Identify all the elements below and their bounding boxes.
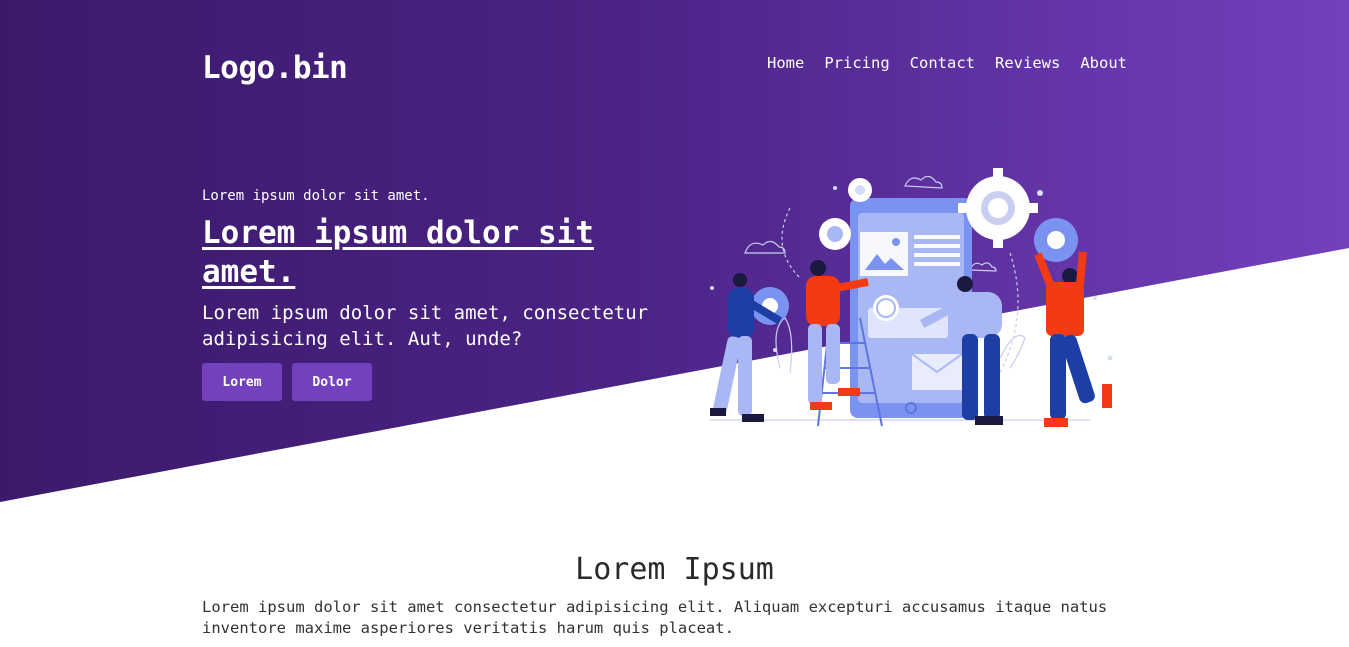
nav-links: Home Pricing Contact Reviews About xyxy=(767,54,1127,72)
nav-link-contact[interactable]: Contact xyxy=(910,54,975,72)
hero-text: Lorem ipsum dolor sit amet. Lorem ipsum … xyxy=(202,188,682,401)
hero-eyebrow: Lorem ipsum dolor sit amet. xyxy=(202,188,430,204)
nav-link-pricing[interactable]: Pricing xyxy=(824,54,889,72)
team-gears-illustration-icon xyxy=(710,168,1113,427)
section-body: Lorem ipsum dolor sit amet consectetur a… xyxy=(202,598,1108,637)
logo[interactable]: Logo.bin xyxy=(202,50,348,86)
lorem-button[interactable]: Lorem xyxy=(202,363,282,401)
nav-link-reviews[interactable]: Reviews xyxy=(995,54,1060,72)
dolor-button[interactable]: Dolor xyxy=(292,363,372,401)
hero-subtitle: Lorem ipsum dolor sit amet, consectetur … xyxy=(202,302,649,350)
nav-link-home[interactable]: Home xyxy=(767,54,804,72)
section-title: Lorem Ipsum xyxy=(575,552,774,587)
content-section: Lorem Ipsum Lorem ipsum dolor sit amet c… xyxy=(202,552,1147,639)
nav-link-about[interactable]: About xyxy=(1080,54,1127,72)
hero-buttons: Lorem Dolor xyxy=(202,363,682,401)
hero-title[interactable]: Lorem ipsum dolor sit amet. xyxy=(202,214,682,292)
navbar: Logo.bin Home Pricing Contact Reviews Ab… xyxy=(202,48,1127,90)
